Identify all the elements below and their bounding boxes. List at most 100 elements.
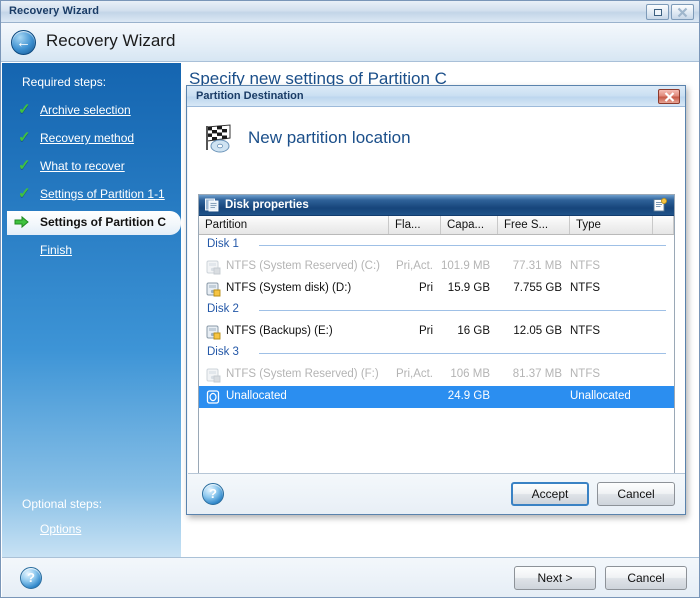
locked-disk-icon: [206, 324, 222, 340]
close-icon[interactable]: [671, 4, 694, 20]
accept-button[interactable]: Accept: [511, 482, 589, 506]
partition-destination-dialog: Partition Destination: [186, 85, 686, 515]
green-arrow-icon: [14, 215, 29, 229]
cell-free: 7.755 GB: [498, 282, 562, 294]
disk-properties-panel: Disk properties PartitionFla...Capa...Fr…: [198, 194, 675, 484]
required-steps-heading: Required steps:: [22, 75, 106, 89]
partition-table-body: Disk 1NTFS (System Reserved) (C:)Pri,Act…: [199, 235, 674, 483]
sidebar-item-archive-selection[interactable]: ✓ Archive selection: [10, 99, 181, 123]
disk-properties-icon: [205, 198, 220, 212]
column-header-spacer[interactable]: [653, 216, 674, 234]
cell-type: NTFS: [570, 368, 645, 380]
page-title: Recovery Wizard: [46, 31, 175, 51]
cell-type: NTFS: [570, 282, 645, 294]
disk-group-header: Disk 2: [199, 300, 674, 321]
table-row[interactable]: Unallocated 24.9 GB Unallocated: [199, 386, 674, 408]
cell-type: Unallocated: [570, 390, 645, 402]
sidebar-item-settings-of-partition-c[interactable]: Settings of Partition C: [7, 211, 181, 235]
column-header-flags[interactable]: Fla...: [389, 216, 441, 234]
cancel-button-label: Cancel: [617, 487, 654, 501]
locked-disk-icon: [206, 259, 222, 275]
disk-group-label: Disk 3: [207, 346, 239, 358]
dialog-heading: New partition location: [248, 128, 411, 148]
cell-flags: Pri,Act.: [389, 260, 433, 272]
window-title: Recovery Wizard: [9, 5, 99, 17]
cell-capacity: 106 MB: [441, 368, 490, 380]
locked-disk-icon: [206, 367, 222, 383]
cell-partition: NTFS (Backups) (E:): [226, 325, 333, 337]
dialog-titlebar: Partition Destination: [187, 86, 685, 107]
accept-button-label: Accept: [532, 487, 569, 501]
unallocated-disk-icon: [206, 389, 222, 405]
green-check-icon: ✓: [18, 102, 31, 117]
cell-capacity: 24.9 GB: [441, 390, 490, 402]
cell-type: NTFS: [570, 325, 645, 337]
sidebar-item-label: Finish: [40, 243, 72, 257]
cell-partition: NTFS (System Reserved) (F:): [226, 368, 379, 380]
sidebar-item-what-to-recover[interactable]: ✓ What to recover: [10, 155, 181, 179]
sidebar-item-recovery-method[interactable]: ✓ Recovery method: [10, 127, 181, 151]
column-header-free[interactable]: Free S...: [498, 216, 570, 234]
cell-partition: NTFS (System disk) (D:): [226, 282, 351, 294]
checkered-flag-disc-icon: [204, 124, 238, 154]
green-check-icon: ✓: [18, 130, 31, 145]
cancel-button[interactable]: Cancel: [605, 566, 687, 590]
sidebar-item-settings-of-partition-1-1[interactable]: ✓ Settings of Partition 1-1: [10, 183, 181, 207]
sidebar-item-label: Settings of Partition C: [40, 215, 166, 229]
disk-group-rule: [259, 245, 666, 246]
partition-table-header: PartitionFla...Capa...Free S...Type: [199, 216, 674, 235]
locked-disk-icon: [206, 281, 222, 297]
cell-type: NTFS: [570, 260, 645, 272]
cell-capacity: 101.9 MB: [441, 260, 490, 272]
cancel-button[interactable]: Cancel: [597, 482, 675, 506]
disk-group-header: Disk 3: [199, 343, 674, 364]
cell-partition: Unallocated: [226, 390, 287, 402]
properties-page-icon[interactable]: [653, 198, 667, 212]
help-icon[interactable]: ?: [20, 567, 42, 589]
table-row[interactable]: NTFS (System Reserved) (F:) Pri,Act. 106 M…: [199, 364, 674, 386]
sidebar-item-label: Settings of Partition 1-1: [40, 187, 165, 201]
disk-group-label: Disk 2: [207, 303, 239, 315]
disk-group-header: Disk 1: [199, 235, 674, 256]
cell-capacity: 16 GB: [441, 325, 490, 337]
column-header-type[interactable]: Type: [570, 216, 653, 234]
table-row[interactable]: NTFS (System disk) (D:)Pri15.9 GB7.755 G…: [199, 278, 674, 300]
window-titlebar: Recovery Wizard: [1, 1, 699, 23]
sidebar-item-label: Recovery method: [40, 131, 134, 145]
disk-properties-bar: Disk properties: [199, 195, 674, 216]
help-glyph: ?: [203, 484, 223, 504]
green-check-icon: ✓: [18, 186, 31, 201]
sidebar: Required steps: ✓ Archive selection ✓ Re…: [2, 63, 181, 557]
cell-flags: Pri,Act.: [389, 368, 433, 380]
disk-group-rule: [259, 353, 666, 354]
recovery-wizard-window: Recovery Wizard ← Recovery Wizard Requir…: [0, 0, 700, 598]
help-icon[interactable]: ?: [202, 483, 224, 505]
cancel-button-label: Cancel: [627, 571, 664, 585]
disk-properties-label: Disk properties: [225, 199, 309, 211]
green-check-icon: ✓: [18, 158, 31, 173]
sidebar-item-label: Options: [40, 522, 81, 536]
column-header-capacity[interactable]: Capa...: [441, 216, 498, 234]
column-header-partition[interactable]: Partition: [199, 216, 389, 234]
cell-free: 81.37 MB: [498, 368, 562, 380]
dialog-heading-row: New partition location: [188, 107, 685, 169]
window-footer: ? Next > Cancel: [2, 557, 699, 597]
help-glyph: ?: [21, 568, 41, 588]
table-row[interactable]: NTFS (System Reserved) (C:)Pri,Act.101.9…: [199, 256, 674, 278]
next-button-label: Next >: [537, 571, 572, 585]
cell-capacity: 15.9 GB: [441, 282, 490, 294]
dialog-body: New partition location Disk properties: [188, 107, 685, 514]
sidebar-item-finish[interactable]: Finish: [10, 239, 181, 263]
close-icon[interactable]: [658, 89, 680, 104]
sidebar-item-options[interactable]: Options: [10, 519, 181, 541]
optional-steps-heading: Optional steps:: [22, 497, 102, 511]
close-glyph: [672, 5, 693, 19]
next-button[interactable]: Next >: [514, 566, 596, 590]
disk-group-rule: [259, 310, 666, 311]
restore-icon[interactable]: [646, 4, 669, 20]
table-row[interactable]: NTFS (Backups) (E:)Pri16 GB12.05 GBNTFS: [199, 321, 674, 343]
dialog-footer: ? Accept Cancel: [188, 473, 685, 514]
restore-glyph: [647, 5, 668, 19]
sidebar-item-label: Archive selection: [40, 103, 131, 117]
back-arrow-icon[interactable]: ←: [11, 30, 36, 55]
